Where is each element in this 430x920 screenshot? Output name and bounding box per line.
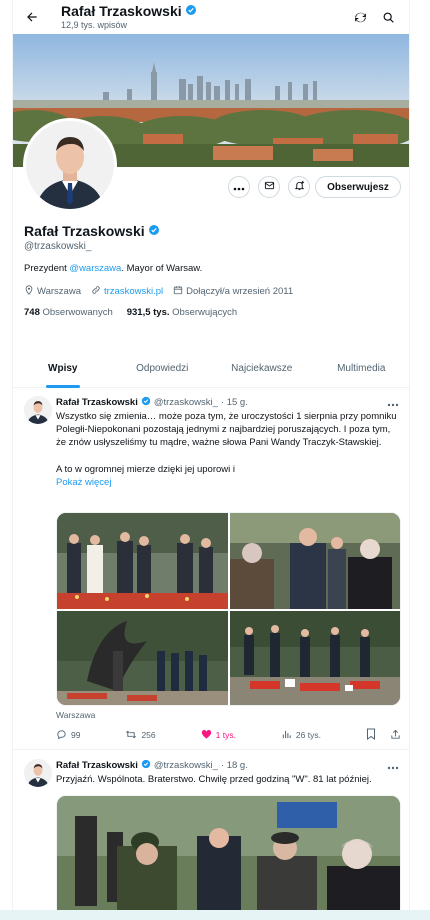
profile-stats: 748 Obserwowanych 931,5 tys. Obserwujący… <box>24 307 237 318</box>
following-button[interactable]: Obserwujesz <box>315 176 401 198</box>
media-photo[interactable] <box>230 611 400 705</box>
tweet-time[interactable]: · 15 g. <box>221 397 248 408</box>
media-photo[interactable] <box>230 513 400 609</box>
profile-tabs: Wpisy Odpowiedzi Najciekawsze Multimedia <box>13 352 410 388</box>
tweet-header: Rafał Trzaskowski @trzaskowski_ · 15 g. <box>56 396 248 409</box>
tweet-actions: 99 256 1 tys. 26 tys. <box>56 728 401 742</box>
following-count: 748 <box>24 307 40 318</box>
like-count: 1 tys. <box>215 730 236 740</box>
tweet-header: Rafał Trzaskowski @trzaskowski_ · 18 g. <box>56 759 248 772</box>
calendar-icon <box>173 285 183 298</box>
profile-handle: @trzaskowski_ <box>24 241 92 252</box>
joined-item: Dołączył/a wrzesień 2011 <box>173 285 293 298</box>
header-name: Rafał Trzaskowski <box>61 3 182 19</box>
verified-icon <box>148 223 160 239</box>
reply-button[interactable]: 99 <box>56 729 80 742</box>
following-link[interactable]: 748 Obserwowanych <box>24 307 113 318</box>
tweet-body: Wszystko się zmienia… może poza tym, że … <box>56 411 397 475</box>
header-title: Rafał Trzaskowski <box>61 3 197 19</box>
repost-button[interactable]: 256 <box>125 729 156 742</box>
profile-name: Rafał Trzaskowski <box>24 223 145 239</box>
tab-highlights[interactable]: Najciekawsze <box>212 352 312 387</box>
tweet-author-handle: @trzaskowski_ <box>153 760 218 771</box>
more-dots-icon <box>233 178 245 196</box>
tweet-location[interactable]: Warszawa <box>56 710 95 720</box>
location-pin-icon <box>24 285 34 298</box>
refresh-icon[interactable] <box>349 6 371 28</box>
media-photo[interactable] <box>57 611 228 705</box>
heart-icon <box>201 729 212 742</box>
share-icon[interactable] <box>390 729 401 742</box>
bell-plus-icon <box>294 178 305 196</box>
envelope-icon <box>264 178 275 196</box>
views-button[interactable]: 26 tys. <box>281 729 321 742</box>
profile-meta: Warszawa trzaskowski.pl Dołączył/a wrzes… <box>24 285 293 298</box>
joined-text: Dołączył/a wrzesień 2011 <box>186 286 294 297</box>
profile-name-row: Rafał Trzaskowski <box>24 223 160 239</box>
website-link[interactable]: trzaskowski.pl <box>104 286 163 297</box>
profile-bio: Prezydent @warszawa. Mayor of Warsaw. <box>24 263 202 274</box>
profile-page: Rafał Trzaskowski 12,9 tys. wpisów Obser… <box>12 0 410 920</box>
back-arrow-icon[interactable] <box>21 6 43 28</box>
tweet-avatar[interactable] <box>24 759 52 787</box>
tweet-author-handle: @trzaskowski_ <box>153 397 218 408</box>
repost-count: 256 <box>141 730 156 740</box>
tweet-avatar[interactable] <box>24 396 52 424</box>
top-bar: Rafał Trzaskowski 12,9 tys. wpisów <box>13 0 409 34</box>
link-icon <box>91 285 101 298</box>
notifications-button[interactable] <box>288 176 310 198</box>
tweet-text: Przyjaźń. Wspólnota. Braterstwo. Chwilę … <box>56 774 372 785</box>
views-count: 26 tys. <box>295 730 321 740</box>
show-more-link[interactable]: Pokaż więcej <box>56 477 111 488</box>
tweet-extra-actions <box>366 728 401 742</box>
more-options-button[interactable] <box>228 176 250 198</box>
location-text: Warszawa <box>37 286 81 297</box>
like-button[interactable]: 1 tys. <box>201 729 236 742</box>
followers-count: 931,5 tys. <box>126 307 170 318</box>
tweet-media-photo[interactable] <box>56 795 401 920</box>
website-item: trzaskowski.pl <box>91 285 163 298</box>
reply-icon <box>56 729 67 742</box>
tweet[interactable]: Rafał Trzaskowski @trzaskowski_ · 15 g. … <box>13 388 409 750</box>
tweet-author-name[interactable]: Rafał Trzaskowski <box>56 397 138 408</box>
tab-posts[interactable]: Wpisy <box>13 352 113 387</box>
following-label: Obserwowanych <box>42 307 113 318</box>
verified-icon <box>141 759 151 772</box>
post-count: 12,9 tys. wpisów <box>61 20 128 30</box>
tweet-author-name[interactable]: Rafał Trzaskowski <box>56 760 138 771</box>
bookmark-icon[interactable] <box>366 728 376 742</box>
tab-media[interactable]: Multimedia <box>312 352 410 387</box>
search-icon[interactable] <box>377 6 399 28</box>
tweet-media-grid[interactable] <box>56 512 401 706</box>
media-photo[interactable] <box>57 513 228 609</box>
tweet[interactable]: Rafał Trzaskowski @trzaskowski_ · 18 g. … <box>13 751 409 920</box>
reply-count: 99 <box>71 730 81 740</box>
followers-link[interactable]: 931,5 tys. Obserwujących <box>127 307 237 318</box>
message-button[interactable] <box>258 176 280 198</box>
tweet-time[interactable]: · 18 g. <box>221 760 248 771</box>
followers-label: Obserwujących <box>172 307 238 318</box>
views-chart-icon <box>281 729 292 742</box>
tweet-text: Wszystko się zmienia… może poza tym, że … <box>56 410 401 489</box>
repost-icon <box>125 729 137 742</box>
bio-text-suffix: . Mayor of Warsaw. <box>121 263 203 274</box>
bio-mention-link[interactable]: @warszawa <box>69 263 121 274</box>
bio-text-prefix: Prezydent <box>24 263 70 274</box>
tab-replies[interactable]: Odpowiedzi <box>113 352 213 387</box>
location-item: Warszawa <box>24 285 81 298</box>
bottom-bar <box>0 910 430 920</box>
profile-avatar[interactable] <box>23 118 117 212</box>
verified-icon <box>185 3 197 19</box>
verified-icon <box>141 396 151 409</box>
